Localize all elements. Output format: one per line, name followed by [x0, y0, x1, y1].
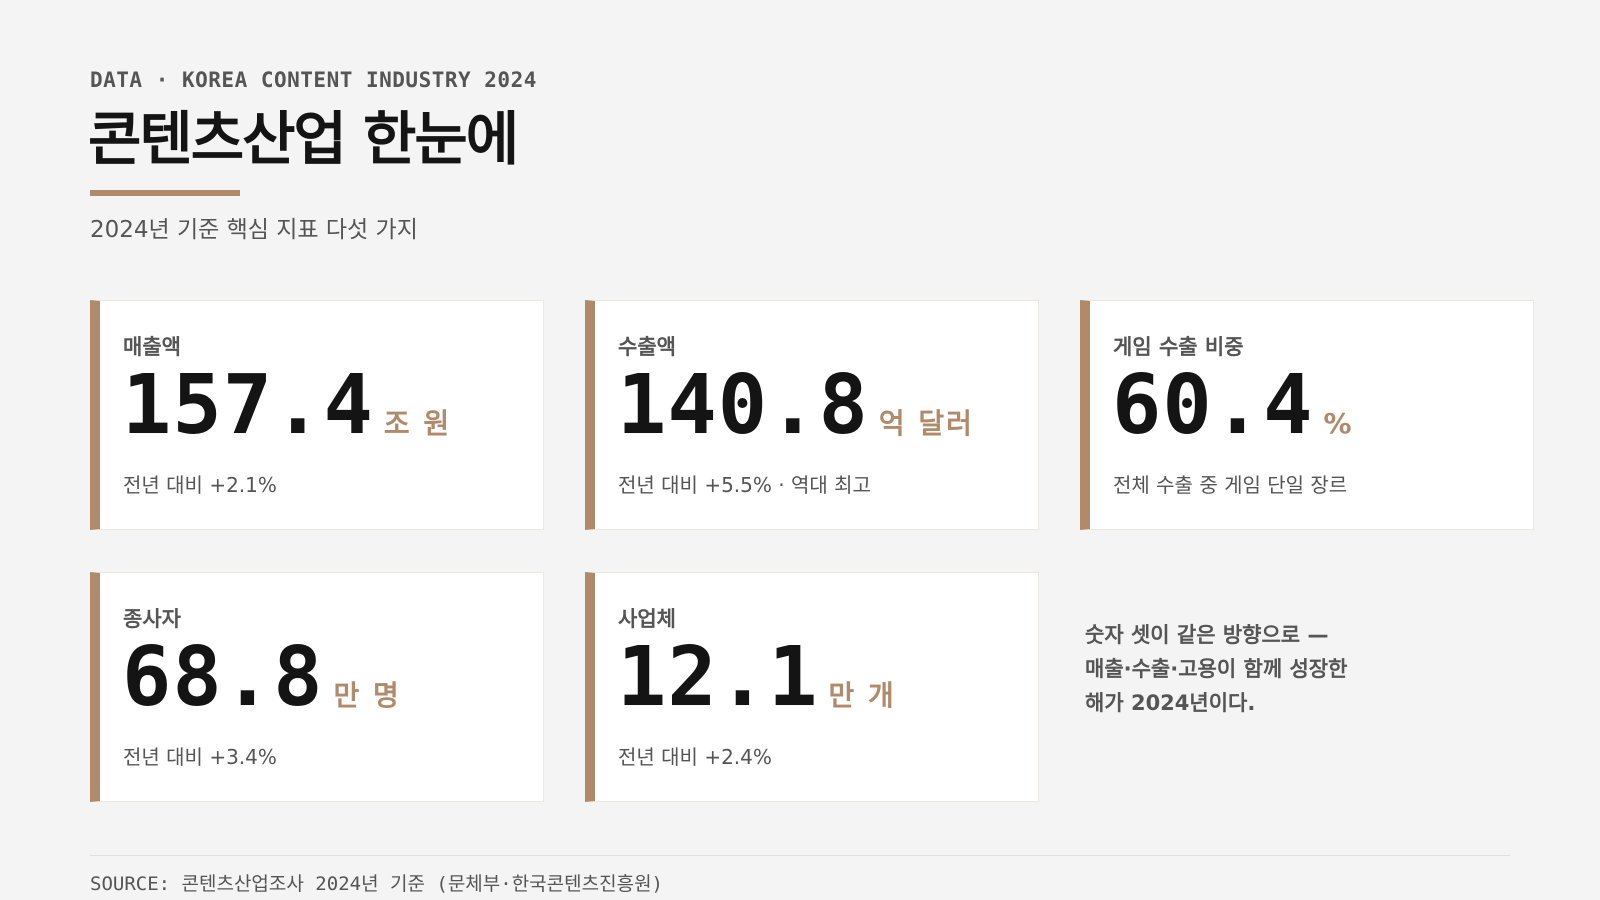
stat-card-employees: 종사자 68.8 만 명 전년 대비 +3.4%	[90, 572, 544, 802]
source-note: SOURCE: 콘텐츠산업조사 2024년 기준 (문체부·한국콘텐츠진흥원)	[90, 873, 663, 895]
stat-card-revenue: 매출액 157.4 조 원 전년 대비 +2.1%	[90, 300, 544, 530]
stat-value: 12.1	[617, 630, 819, 725]
stat-note: 전년 대비 +2.1%	[123, 473, 277, 497]
title-underline	[90, 190, 240, 196]
stat-unit: %	[1323, 407, 1354, 440]
stat-label: 게임 수출 비중	[1113, 335, 1244, 359]
stat-value: 157.4	[122, 358, 374, 453]
stat-card-businesses: 사업체 12.1 만 개 전년 대비 +2.4%	[585, 572, 1039, 802]
page-title: 콘텐츠산업 한눈에	[88, 105, 519, 173]
stat-card-exports: 수출액 140.8 억 달러 전년 대비 +5.5% · 역대 최고	[585, 300, 1039, 530]
footer-divider	[90, 855, 1510, 856]
stat-value: 140.8	[617, 358, 869, 453]
stat-value-row: 60.4 %	[1112, 358, 1354, 453]
stat-note: 전년 대비 +3.4%	[123, 745, 277, 769]
stat-note: 전체 수출 중 게임 단일 장르	[1113, 473, 1348, 497]
closing-line: 매출·수출·고용이 함께 성장한	[1085, 657, 1348, 681]
stat-value: 60.4	[1112, 358, 1314, 453]
stat-value-row: 140.8 억 달러	[617, 358, 974, 453]
stat-label: 사업체	[618, 607, 676, 631]
eyebrow-label: DATA · KOREA CONTENT INDUSTRY 2024	[90, 68, 537, 92]
stat-label: 매출액	[123, 335, 181, 359]
stat-value-row: 157.4 조 원	[122, 358, 452, 453]
closing-remark: 숫자 셋이 같은 방향으로 — 매출·수출·고용이 함께 성장한 해가 2024…	[1085, 618, 1445, 720]
stat-value-row: 12.1 만 개	[617, 630, 896, 725]
stat-note: 전년 대비 +2.4%	[618, 745, 772, 769]
stat-unit: 만 개	[828, 679, 896, 712]
stat-label: 수출액	[618, 335, 676, 359]
stat-unit: 만 명	[333, 679, 401, 712]
stat-unit: 억 달러	[878, 407, 974, 440]
stat-unit: 조 원	[383, 407, 452, 440]
stat-value: 68.8	[122, 630, 324, 725]
stat-note: 전년 대비 +5.5% · 역대 최고	[618, 473, 871, 497]
stat-label: 종사자	[123, 607, 181, 631]
stat-card-game-export-share: 게임 수출 비중 60.4 % 전체 수출 중 게임 단일 장르	[1080, 300, 1534, 530]
stat-value-row: 68.8 만 명	[122, 630, 401, 725]
closing-line: 숫자 셋이 같은 방향으로 —	[1085, 623, 1329, 647]
infographic-page: DATA · KOREA CONTENT INDUSTRY 2024 콘텐츠산업…	[88, 0, 1534, 900]
closing-line: 해가 2024년이다.	[1085, 691, 1256, 715]
page-subtitle: 2024년 기준 핵심 지표 다섯 가지	[90, 217, 418, 243]
